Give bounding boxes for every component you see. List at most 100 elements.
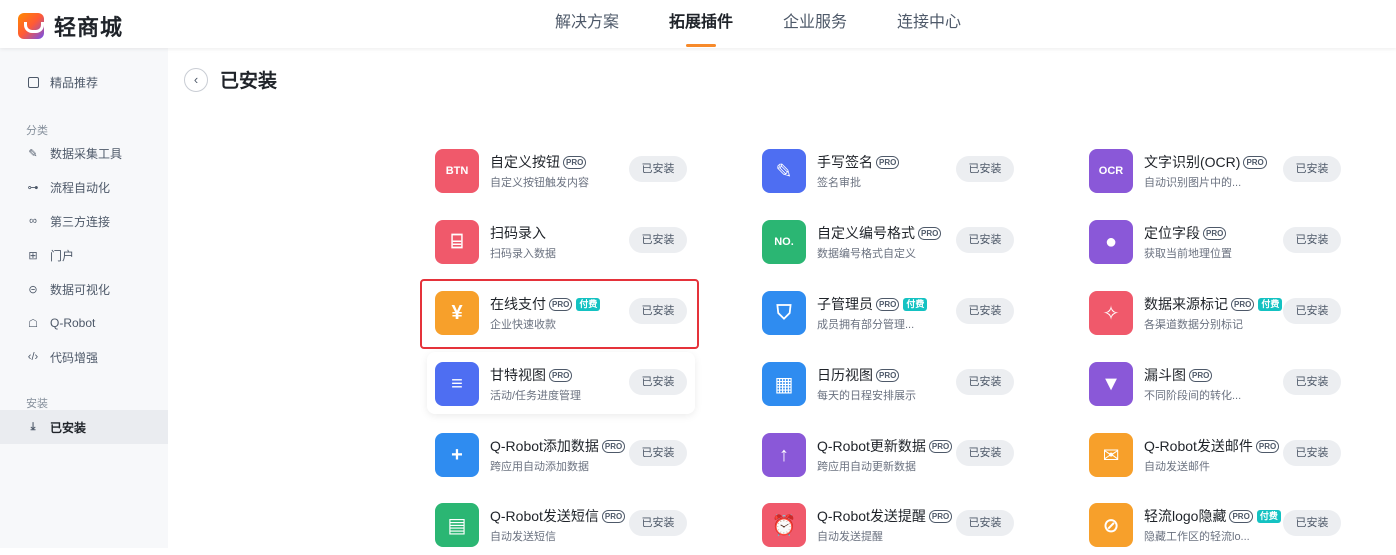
installed-button[interactable]: 已安装 bbox=[1283, 156, 1341, 182]
sidebar-item-label: 已安装 bbox=[50, 420, 87, 435]
sidebar-item-data-collection[interactable]: ✎ 数据采集工具 bbox=[0, 136, 168, 170]
top-nav: 解决方案 拓展插件 企业服务 连接中心 bbox=[530, 0, 986, 48]
installed-button[interactable]: 已安装 bbox=[956, 369, 1014, 395]
plugin-description: 隐藏工作区的轻流lo... bbox=[1144, 531, 1250, 543]
plugin-name-row: 定位字段 PRO bbox=[1144, 223, 1227, 243]
pro-badge: PRO bbox=[876, 368, 900, 382]
sidebar-item-label: 第三方连接 bbox=[50, 214, 111, 229]
plugin-name: 在线支付 bbox=[490, 296, 546, 312]
plugin-card[interactable]: ≡ 甘特视图 PRO 活动/任务进度管理 已安装 bbox=[427, 352, 695, 414]
plugin-card[interactable]: ● 定位字段 PRO 获取当前地理位置 已安装 bbox=[1081, 210, 1349, 272]
sidebar-item-featured[interactable]: 精品推荐 bbox=[0, 65, 168, 99]
paid-badge: 付费 bbox=[903, 297, 928, 311]
installed-button[interactable]: 已安装 bbox=[1283, 510, 1341, 536]
nav-plugins[interactable]: 拓展插件 bbox=[644, 0, 758, 48]
back-button[interactable]: ‹ bbox=[184, 67, 208, 92]
plugin-description: 各渠道数据分别标记 bbox=[1144, 319, 1243, 331]
plugin-name: 自定义按钮 bbox=[490, 154, 560, 170]
installed-button[interactable]: 已安装 bbox=[629, 440, 687, 466]
installed-button[interactable]: 已安装 bbox=[956, 440, 1014, 466]
plugin-card[interactable]: ¥ 在线支付 PRO 付费 企业快速收款 已安装 bbox=[427, 281, 695, 343]
plugin-name: 扫码录入 bbox=[490, 225, 546, 241]
plugin-card[interactable]: ⛉ 子管理员 PRO 付费 成员拥有部分管理... 已安装 bbox=[754, 281, 1022, 343]
plugin-card[interactable]: ⊘ 轻流logo隐藏 PRO 付费 隐藏工作区的轻流lo... 已安装 bbox=[1081, 493, 1349, 555]
nav-solutions[interactable]: 解决方案 bbox=[530, 0, 644, 48]
plugin-description: 活动/任务进度管理 bbox=[490, 390, 582, 402]
plugin-card[interactable]: NO. 自定义编号格式 PRO 数据编号格式自定义 已安装 bbox=[754, 210, 1022, 272]
pro-badge: PRO bbox=[601, 509, 626, 523]
plugin-card[interactable]: ✧ 数据来源标记 PRO 付费各渠道数据分别标记 已安装 bbox=[1081, 281, 1349, 343]
sidebar-item-third-party[interactable]: ∞ 第三方连接 bbox=[0, 204, 168, 238]
page-header: ‹ 已安装 bbox=[184, 66, 277, 93]
installed-button[interactable]: 已安装 bbox=[629, 510, 687, 536]
installed-button[interactable]: 已安装 bbox=[1283, 298, 1341, 324]
plugin-name: 数据来源标记 bbox=[1144, 296, 1228, 312]
plugin-description: 自动发送短信 bbox=[490, 531, 556, 543]
installed-button[interactable]: 已安装 bbox=[629, 227, 687, 253]
plugin-name-row: 自定义编号格式 PRO bbox=[817, 223, 942, 243]
nav-connection-center[interactable]: 连接中心 bbox=[872, 0, 986, 48]
plugin-name-row: 日历视图 PRO bbox=[817, 365, 900, 385]
plugin-card[interactable]: ✎ 手写签名 PRO 签名审批 已安装 bbox=[754, 139, 1022, 201]
plugin-name: 日历视图 bbox=[817, 367, 873, 383]
plugin-name-row: 数据来源标记 PRO 付费 bbox=[1144, 294, 1283, 314]
update-data-icon: ↑ bbox=[762, 433, 806, 477]
plugin-card[interactable]: ✉ Q-Robot发送邮件 PRO 自动发送邮件 已安装 bbox=[1081, 423, 1349, 485]
installed-button[interactable]: 已安装 bbox=[629, 369, 687, 395]
pro-badge: PRO bbox=[1189, 368, 1213, 382]
plugin-card[interactable]: ▤ Q-Robot发送短信 PRO 自动发送短信 已安装 bbox=[427, 493, 695, 555]
plugin-card[interactable]: ⌸ 扫码录入 扫码录入数据 已安装 bbox=[427, 210, 695, 272]
plugin-description: 自动发送邮件 bbox=[1144, 461, 1210, 473]
installed-button[interactable]: 已安装 bbox=[629, 298, 687, 324]
installed-button[interactable]: 已安装 bbox=[956, 156, 1014, 182]
plugin-description: 获取当前地理位置 bbox=[1144, 248, 1232, 260]
top-header: 轻商城 解决方案 拓展插件 企业服务 连接中心 bbox=[0, 0, 1396, 48]
plugin-card[interactable]: OCR 文字识别(OCR) PRO 自动识别图片中的... 已安装 bbox=[1081, 139, 1349, 201]
installed-button[interactable]: 已安装 bbox=[1283, 227, 1341, 253]
page-title: 已安装 bbox=[220, 71, 278, 92]
plugin-name: 轻流logo隐藏 bbox=[1144, 508, 1227, 524]
installed-button[interactable]: 已安装 bbox=[629, 156, 687, 182]
code-icon: ‹/› bbox=[27, 351, 39, 363]
shield-icon: ⛉ bbox=[762, 291, 806, 335]
nav-enterprise-services[interactable]: 企业服务 bbox=[758, 0, 872, 48]
pro-badge: PRO bbox=[876, 155, 900, 169]
sidebar-item-visualization[interactable]: ⊝ 数据可视化 bbox=[0, 272, 168, 306]
plugin-card[interactable]: ▦ 日历视图 PRO 每天的日程安排展示 已安装 bbox=[754, 352, 1022, 414]
sidebar-item-label: 流程自动化 bbox=[50, 180, 111, 195]
sidebar-item-portal[interactable]: ⊞ 门户 bbox=[0, 238, 168, 272]
installed-button[interactable]: 已安装 bbox=[956, 510, 1014, 536]
plugin-description: 企业快速收款 bbox=[490, 319, 556, 331]
sidebar-item-installed[interactable]: ⤓ 已安装 bbox=[0, 410, 168, 444]
paid-badge: 付费 bbox=[1258, 297, 1283, 311]
plugin-card[interactable]: ↑ Q-Robot更新数据 PRO 跨应用自动更新数据 已安装 bbox=[754, 423, 1022, 485]
sidebar-item-label: 代码增强 bbox=[50, 350, 99, 365]
paid-badge: 付费 bbox=[576, 297, 601, 311]
plugin-name-row: Q-Robot发送短信 PRO bbox=[490, 506, 626, 526]
plugin-description: 每天的日程安排展示 bbox=[817, 390, 916, 402]
gantt-icon: ≡ bbox=[435, 362, 479, 406]
installed-button[interactable]: 已安装 bbox=[1283, 369, 1341, 395]
flow-icon: ⊶ bbox=[27, 181, 39, 194]
sidebar-item-label: 数据可视化 bbox=[50, 282, 111, 297]
installed-button[interactable]: 已安装 bbox=[1283, 440, 1341, 466]
pin-icon: ✧ bbox=[1089, 291, 1133, 335]
plugin-name: 文字识别(OCR) bbox=[1144, 154, 1241, 170]
sidebar-item-code[interactable]: ‹/› 代码增强 bbox=[0, 340, 168, 374]
plugin-name-row: Q-Robot发送提醒 PRO bbox=[817, 506, 953, 526]
plugin-name: 定位字段 bbox=[1144, 225, 1200, 241]
link-icon: ∞ bbox=[29, 215, 37, 227]
sidebar-item-automation[interactable]: ⊶ 流程自动化 bbox=[0, 170, 168, 204]
installed-button[interactable]: 已安装 bbox=[956, 227, 1014, 253]
plugin-card[interactable]: BTN 自定义按钮 PRO 自定义按钮触发内容 已安装 bbox=[427, 139, 695, 201]
plugin-name-row: Q-Robot更新数据 PRO bbox=[817, 436, 953, 456]
plugin-card[interactable]: ▼ 漏斗图 PRO 不同阶段间的转化... 已安装 bbox=[1081, 352, 1349, 414]
installed-button[interactable]: 已安装 bbox=[956, 298, 1014, 324]
brand-name: 轻商城 bbox=[54, 15, 124, 40]
form-edit-icon: ✎ bbox=[28, 147, 38, 160]
plugin-card[interactable]: ⏰ Q-Robot发送提醒 PRO 自动发送提醒 已安装 bbox=[754, 493, 1022, 555]
plugin-description: 跨应用自动添加数据 bbox=[490, 461, 589, 473]
sidebar-item-q-robot[interactable]: ☖ Q-Robot bbox=[0, 306, 168, 340]
plugin-card[interactable]: + Q-Robot添加数据 PRO 跨应用自动添加数据 已安装 bbox=[427, 423, 695, 485]
brand-logo[interactable]: 轻商城 bbox=[18, 10, 123, 42]
